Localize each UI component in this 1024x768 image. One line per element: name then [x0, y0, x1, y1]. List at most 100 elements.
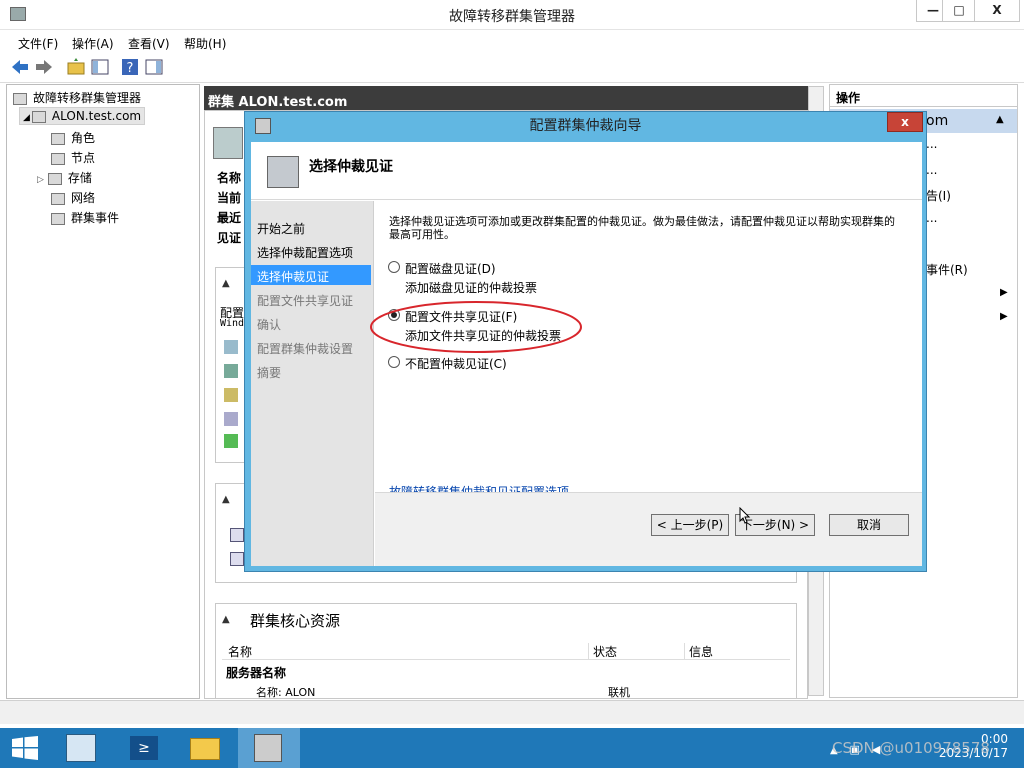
- collapse-caret-icon[interactable]: ▲: [996, 114, 1004, 125]
- summary-label-name: 名称: [217, 171, 242, 185]
- cluster-large-icon: [213, 127, 243, 159]
- action-item[interactable]: 告(I): [926, 187, 951, 204]
- action-item[interactable]: ...: [926, 163, 937, 177]
- events-icon: [51, 212, 65, 225]
- tree-root[interactable]: 故障转移群集管理器: [13, 89, 141, 106]
- update-icon[interactable]: [224, 412, 238, 426]
- wizard-close-button[interactable]: x: [887, 112, 923, 132]
- menu-help[interactable]: 帮助(H): [184, 35, 226, 52]
- tree-item-nodes[interactable]: 节点: [51, 149, 95, 166]
- resource-name[interactable]: 名称: ALON: [256, 684, 315, 700]
- action-item[interactable]: ...: [926, 211, 937, 225]
- wizard-body: 选择仲裁见证 开始之前 选择仲裁配置选项 选择仲裁见证 配置文件共享见证 确认 …: [251, 142, 922, 566]
- window-title: 故障转移群集管理器: [449, 9, 575, 25]
- core-resources-panel: ▲ 群集核心资源 名称 状态 信息 服务器名称 名称: ALON 联机: [215, 603, 797, 699]
- storage-icon: [47, 172, 62, 185]
- roles-icon: [51, 132, 65, 145]
- upgrade-arrow-icon[interactable]: [224, 434, 238, 448]
- tree-cluster[interactable]: ◢ ALON.test.com: [19, 107, 146, 125]
- tree-item-networks[interactable]: 网络: [51, 189, 95, 206]
- tree-item-label: 群集事件: [71, 211, 120, 225]
- core-resources-title: 群集核心资源: [250, 612, 341, 630]
- taskbar-server-manager[interactable]: [52, 728, 114, 768]
- wizard-step[interactable]: 选择仲裁配置选项: [251, 241, 371, 261]
- nodes-icon: [51, 152, 65, 165]
- wizard-step-current[interactable]: 选择仲裁见证: [251, 265, 371, 285]
- up-folder-icon[interactable]: [66, 57, 86, 77]
- wizard-footer: < 上一步(P) 下一步(N) > 取消: [375, 492, 922, 566]
- resource-status: 联机: [608, 686, 630, 699]
- wizard-header: 选择仲裁见证: [251, 142, 922, 200]
- shortcut-icon[interactable]: [230, 552, 244, 566]
- taskbar-powershell[interactable]: ≥: [114, 728, 176, 768]
- tree-item-events[interactable]: 群集事件: [51, 209, 119, 226]
- cluster-icon: [31, 110, 46, 123]
- wizard-title: 配置群集仲裁向导: [529, 118, 642, 134]
- watermark: CSDN @u010978578: [832, 739, 990, 757]
- summary-label-recent: 最近: [217, 211, 242, 225]
- submenu-arrow-icon[interactable]: ▶: [1000, 311, 1008, 322]
- svg-text:?: ?: [127, 61, 134, 76]
- help-icon[interactable]: ?: [120, 57, 140, 77]
- expand-caret-icon[interactable]: ▷: [37, 175, 44, 185]
- add-node-icon[interactable]: [224, 364, 238, 378]
- powershell-icon: ≥: [130, 736, 158, 760]
- tree-item-roles[interactable]: 角色: [51, 129, 95, 146]
- summary-label-current: 当前: [217, 191, 242, 205]
- option-disk-witness-label[interactable]: 配置磁盘见证(D): [405, 260, 496, 277]
- menu-view[interactable]: 查看(V): [128, 35, 170, 52]
- tree-item-label: 网络: [71, 191, 96, 205]
- tree-item-storage[interactable]: ▷ 存储: [37, 169, 92, 186]
- radio-disk-witness[interactable]: [388, 261, 400, 273]
- action-item[interactable]: ...: [926, 137, 937, 151]
- status-bar: [0, 700, 1024, 724]
- quorum-wizard-dialog: 配置群集仲裁向导 x 选择仲裁见证 开始之前 选择仲裁配置选项 选择仲裁见证 配…: [244, 111, 927, 572]
- tree-root-label: 故障转移群集管理器: [33, 91, 142, 105]
- wizard-step: 配置群集仲裁设置: [257, 342, 354, 356]
- action-item[interactable]: 事件(R): [926, 261, 968, 278]
- collapse-caret-icon[interactable]: ▲: [222, 494, 230, 505]
- tree-cluster-label: ALON.test.com: [51, 109, 142, 123]
- back-arrow-icon[interactable]: [10, 57, 30, 77]
- cancel-button[interactable]: 取消: [829, 514, 909, 536]
- column-header-info[interactable]: 信息: [684, 643, 713, 660]
- start-windows-icon[interactable]: [12, 736, 38, 760]
- submenu-arrow-icon[interactable]: ▶: [1000, 287, 1008, 298]
- wizard-step: 确认: [257, 318, 282, 332]
- radio-no-witness[interactable]: [388, 356, 400, 368]
- option-disk-witness-desc: 添加磁盘见证的仲裁投票: [405, 281, 538, 295]
- column-header-status[interactable]: 状态: [588, 643, 617, 660]
- wizard-steps: 开始之前 选择仲裁配置选项 选择仲裁见证 配置文件共享见证 确认 配置群集仲裁设…: [251, 201, 374, 566]
- resources-table-header: 名称 状态 信息: [222, 640, 790, 660]
- navigation-tree: 故障转移群集管理器 ◢ ALON.test.com 角色 节点 ▷ 存储 网络 群集…: [6, 84, 200, 699]
- show-hide-tree-icon[interactable]: [90, 57, 110, 77]
- title-bar: 故障转移群集管理器 — □ X: [0, 0, 1024, 30]
- taskbar-failover-cluster-manager[interactable]: [238, 728, 300, 768]
- option-no-witness-label[interactable]: 不配置仲裁见证(C): [405, 355, 507, 372]
- validate-icon[interactable]: [224, 340, 238, 354]
- shortcut-icon[interactable]: [230, 528, 244, 542]
- highlight-ellipse: [370, 301, 582, 353]
- forward-arrow-icon[interactable]: [34, 57, 54, 77]
- copy-roles-icon[interactable]: [224, 388, 238, 402]
- collapse-caret-icon[interactable]: ▲: [222, 614, 230, 625]
- actions-header: 操作: [830, 85, 1017, 107]
- tree-item-label: 角色: [71, 131, 96, 145]
- taskbar-explorer[interactable]: [176, 728, 238, 768]
- toolbar: ?: [0, 53, 1024, 83]
- tree-item-label: 存储: [67, 171, 92, 185]
- wizard-step: 摘要: [257, 366, 282, 380]
- show-hide-action-pane-icon[interactable]: [144, 57, 164, 77]
- wizard-step[interactable]: 开始之前: [251, 217, 371, 237]
- menu-file[interactable]: 文件(F): [18, 35, 58, 52]
- close-window-button[interactable]: X: [974, 0, 1020, 22]
- cluster-manager-icon: [13, 92, 27, 105]
- maximize-button[interactable]: □: [942, 0, 976, 22]
- collapse-caret-icon[interactable]: ▲: [222, 278, 230, 289]
- column-header-name[interactable]: 名称: [228, 643, 252, 660]
- wizard-description: 选择仲裁见证选项可添加或更改群集配置的仲裁见证。做为最佳做法，请配置仲裁见证以帮…: [389, 215, 895, 241]
- wizard-step: 配置文件共享见证: [257, 294, 354, 308]
- collapse-caret-icon[interactable]: ◢: [23, 113, 30, 123]
- back-button[interactable]: < 上一步(P): [651, 514, 729, 536]
- menu-action[interactable]: 操作(A): [72, 35, 114, 52]
